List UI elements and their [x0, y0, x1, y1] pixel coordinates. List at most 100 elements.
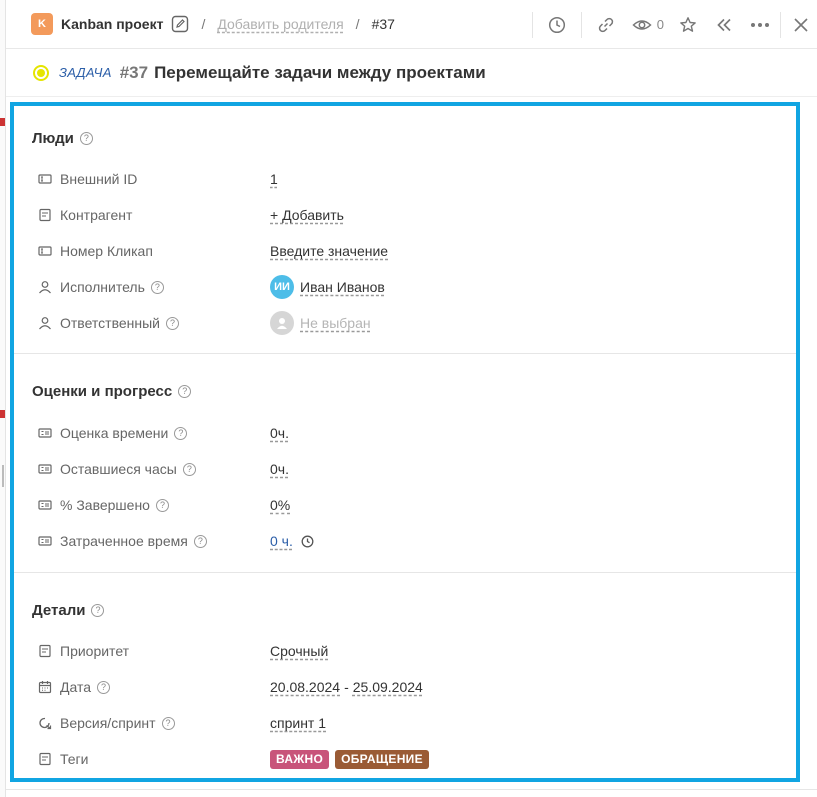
field-row-counterparty: Контрагент + Добавить	[38, 205, 778, 225]
tag-important[interactable]: ВАЖНО	[270, 749, 330, 769]
select-field-icon	[38, 644, 52, 658]
task-ref: #37	[371, 16, 395, 32]
field-row-tags: Теги ВАЖНО ОБРАЩЕНИЕ	[38, 749, 778, 769]
number-field-icon	[38, 462, 52, 476]
field-label: Оставшиеся часы?	[60, 461, 196, 477]
time-spent-link[interactable]: 0 ч.	[270, 533, 293, 549]
help-icon[interactable]: ?	[150, 280, 164, 294]
link-icon[interactable]	[596, 15, 616, 35]
field-label: Затраченное время?	[60, 533, 207, 549]
field-label: Приоритет	[60, 643, 130, 659]
field-label: Оценка времени?	[60, 425, 188, 441]
section-title-estimates: Оценки и прогресс?	[32, 383, 192, 400]
field-row-percent-done: % Завершено? 0%	[38, 495, 778, 515]
sprint-value[interactable]: спринт 1	[270, 715, 326, 731]
field-label: Версия/спринт?	[60, 715, 175, 731]
star-icon[interactable]	[678, 15, 698, 35]
field-label: % Завершено?	[60, 497, 169, 513]
left-marker	[0, 118, 5, 126]
eye-icon[interactable]	[632, 15, 652, 35]
help-icon[interactable]: ?	[182, 462, 196, 476]
assignee-name[interactable]: Иван Иванов	[300, 279, 385, 295]
section-divider	[14, 572, 796, 573]
tags-value[interactable]: ВАЖНО ОБРАЩЕНИЕ	[270, 749, 435, 769]
field-label: Теги	[60, 751, 89, 767]
remaining-hours-value[interactable]: 0ч.	[270, 461, 289, 477]
field-label: Номер Кликап	[60, 243, 153, 259]
clickup-number-input[interactable]: Введите значение	[270, 243, 388, 259]
sprint-icon	[38, 716, 52, 730]
help-icon[interactable]: ?	[193, 534, 207, 548]
avatar: ИИ	[270, 275, 294, 299]
close-icon[interactable]	[791, 15, 811, 35]
resize-grip-icon[interactable]	[2, 465, 4, 487]
status-indicator[interactable]	[33, 64, 49, 81]
edit-icon[interactable]	[171, 15, 189, 33]
assignee-value[interactable]: ИИ Иван Иванов	[270, 275, 385, 299]
number-field-icon	[38, 498, 52, 512]
toolbar-divider	[531, 11, 533, 38]
number-field-icon	[38, 534, 52, 548]
section-title-people: Люди?	[32, 130, 93, 147]
field-row-external-id: Внешний ID 1	[38, 169, 778, 189]
watch-count: 0	[656, 17, 664, 32]
help-icon[interactable]: ?	[79, 132, 93, 145]
help-icon[interactable]: ?	[91, 604, 105, 617]
field-label: Контрагент	[60, 207, 133, 223]
properties-panel: Люди? Внешний ID 1 Контрагент + Добавить…	[10, 102, 800, 782]
end-date[interactable]: 25.09.2024	[353, 679, 423, 695]
help-icon[interactable]: ?	[155, 498, 169, 512]
text-field-icon	[38, 244, 52, 258]
left-resize-strip[interactable]	[0, 0, 6, 797]
project-name-link[interactable]: Kanban проект	[61, 16, 163, 32]
responsible-name[interactable]: Не выбран	[300, 315, 371, 331]
add-parent-link[interactable]: Добавить родителя	[217, 16, 343, 32]
priority-value[interactable]: Срочный	[270, 643, 328, 659]
help-icon[interactable]: ?	[178, 385, 192, 398]
breadcrumb-separator: /	[201, 16, 206, 32]
toolbar-divider	[780, 11, 781, 38]
field-row-date: Дата? 20.08.2024 - 25.09.2024	[38, 677, 778, 697]
select-field-icon	[38, 752, 52, 766]
add-counterparty-button[interactable]: + Добавить	[270, 207, 344, 223]
clock-icon[interactable]	[301, 535, 314, 548]
external-id-value[interactable]: 1	[270, 171, 278, 187]
empty-avatar-icon	[270, 311, 294, 335]
calendar-icon	[38, 680, 52, 694]
user-icon	[38, 280, 52, 294]
section-title-details: Детали?	[32, 602, 105, 619]
tag-request[interactable]: ОБРАЩЕНИЕ	[335, 749, 429, 769]
task-title[interactable]: Перемещайте задачи между проектами	[154, 63, 486, 83]
percent-done-value[interactable]: 0%	[270, 497, 290, 513]
field-row-assignee: Исполнитель? ИИ Иван Иванов	[38, 275, 778, 299]
field-label: Ответственный?	[60, 315, 179, 331]
help-icon[interactable]: ?	[97, 680, 111, 694]
field-row-priority: Приоритет Срочный	[38, 641, 778, 661]
project-badge[interactable]: K	[31, 13, 53, 35]
responsible-value[interactable]: Не выбран	[270, 311, 371, 335]
task-number: #37	[119, 62, 149, 82]
start-date[interactable]: 20.08.2024	[270, 679, 340, 695]
more-icon[interactable]	[750, 15, 770, 35]
field-row-time-estimate: Оценка времени? 0ч.	[38, 423, 778, 443]
help-icon[interactable]: ?	[161, 716, 175, 730]
text-field-icon	[38, 172, 52, 186]
collapse-icon[interactable]	[714, 15, 734, 35]
date-range-value[interactable]: 20.08.2024 - 25.09.2024	[270, 679, 423, 695]
field-label: Дата?	[60, 679, 111, 695]
field-row-responsible: Ответственный? Не выбран	[38, 311, 778, 335]
field-row-clickup-number: Номер Кликап Введите значение	[38, 241, 778, 261]
select-field-icon	[38, 208, 52, 222]
left-marker	[0, 410, 5, 418]
time-estimate-value[interactable]: 0ч.	[270, 425, 289, 441]
section-divider	[14, 353, 796, 354]
help-icon[interactable]: ?	[165, 316, 179, 330]
field-row-sprint: Версия/спринт? спринт 1	[38, 713, 778, 733]
time-spent-value[interactable]: 0 ч.	[270, 533, 314, 549]
task-title-row: ЗАДАЧА #37 Перемещайте задачи между прое…	[6, 49, 817, 97]
user-icon	[38, 316, 52, 330]
help-icon[interactable]: ?	[174, 426, 188, 440]
task-type[interactable]: ЗАДАЧА	[59, 65, 112, 80]
number-field-icon	[38, 426, 52, 440]
clock-icon[interactable]	[547, 15, 567, 35]
